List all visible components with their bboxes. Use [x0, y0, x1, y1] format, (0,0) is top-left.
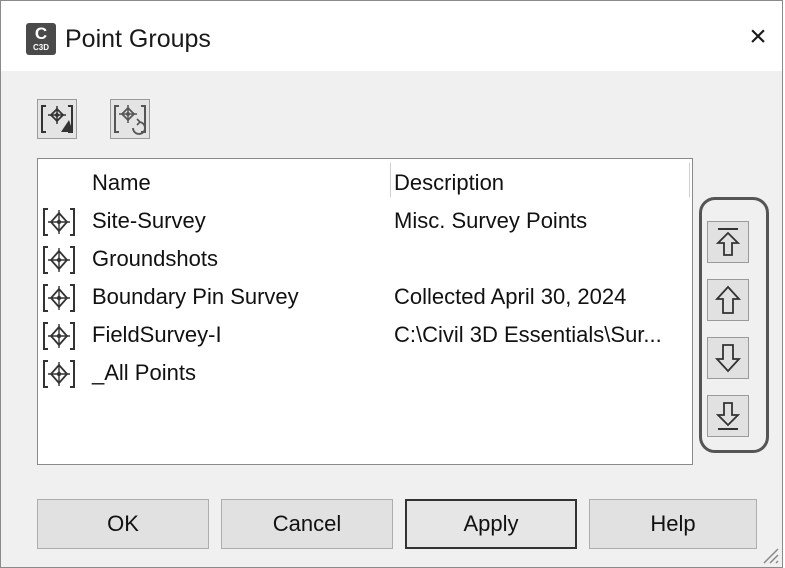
arrow-up-icon	[714, 285, 742, 314]
create-point-group-button[interactable]	[37, 99, 77, 139]
column-divider[interactable]	[689, 163, 690, 197]
point-group-name: Groundshots	[92, 246, 218, 271]
civil3d-app-icon: C C3D	[26, 23, 56, 55]
point-group-description: Collected April 30, 2024	[394, 284, 627, 309]
apply-button[interactable]: Apply	[405, 499, 577, 549]
arrow-to-bottom-icon	[715, 402, 741, 430]
point-group-name: Boundary Pin Survey	[92, 284, 299, 309]
list-item[interactable]: Groundshots	[38, 241, 692, 279]
dialog-title: Point Groups	[65, 25, 211, 53]
point-group-list[interactable]: Name Description Site-Survey Misc. Surve…	[37, 158, 693, 465]
point-groups-dialog: C C3D Point Groups × Name Description Si…	[0, 0, 783, 568]
cancel-button[interactable]: Cancel	[221, 499, 393, 549]
list-item[interactable]: Boundary Pin Survey Collected April 30, …	[38, 279, 692, 317]
column-header-name[interactable]: Name	[92, 169, 151, 197]
title-bar[interactable]: C C3D Point Groups ×	[1, 1, 782, 71]
arrow-down-icon	[714, 344, 742, 373]
point-group-update-icon	[114, 105, 146, 135]
point-group-description: C:\Civil 3D Essentials\Sur...	[394, 322, 662, 347]
move-down-button[interactable]	[707, 337, 749, 379]
close-button[interactable]: ×	[739, 19, 777, 57]
point-group-description: Misc. Survey Points	[394, 208, 588, 233]
point-group-icon	[43, 208, 75, 236]
point-group-icon	[43, 284, 75, 312]
column-divider[interactable]	[390, 163, 391, 197]
arrow-to-top-icon	[715, 228, 741, 256]
resize-grip-icon[interactable]	[758, 543, 780, 565]
column-header-description[interactable]: Description	[394, 169, 504, 197]
point-group-icon	[43, 322, 75, 350]
point-group-name: _All Points	[92, 360, 196, 385]
point-group-name: Site-Survey	[92, 208, 206, 233]
help-button[interactable]: Help	[589, 499, 757, 549]
point-group-name: FieldSurvey-I	[92, 322, 222, 347]
move-to-top-button[interactable]	[707, 221, 749, 263]
move-to-bottom-button[interactable]	[707, 395, 749, 437]
ok-button[interactable]: OK	[37, 499, 209, 549]
point-group-icon	[43, 360, 75, 388]
app-icon-sublabel: C3D	[32, 43, 49, 52]
point-group-icon	[43, 246, 75, 274]
move-up-button[interactable]	[707, 279, 749, 321]
point-group-create-icon	[41, 105, 73, 133]
list-item[interactable]: _All Points	[38, 355, 692, 393]
app-icon-letter: C	[34, 24, 48, 43]
list-item[interactable]: Site-Survey Misc. Survey Points	[38, 203, 692, 241]
update-point-groups-button[interactable]	[110, 99, 150, 139]
list-item[interactable]: FieldSurvey-I C:\Civil 3D Essentials\Sur…	[38, 317, 692, 355]
